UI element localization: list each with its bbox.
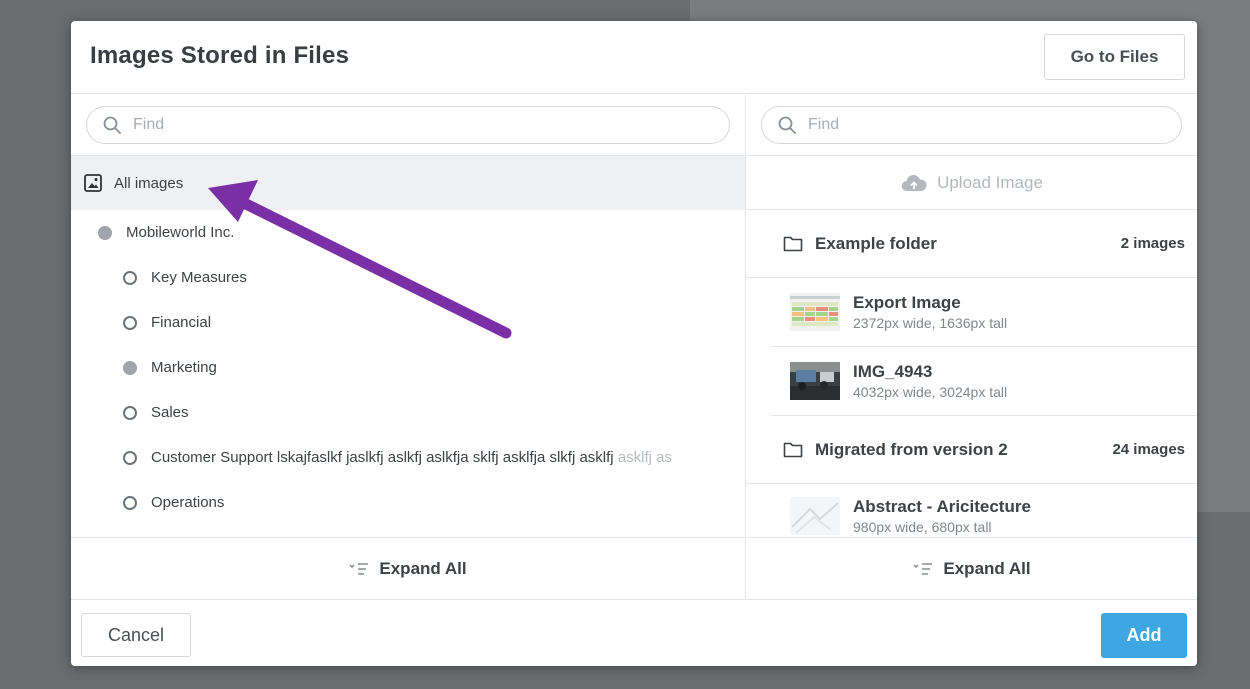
right-pane: Upload Image Example folder 2 images (747, 95, 1197, 599)
image-row-export-image[interactable]: Export Image 2372px wide, 1636px tall (771, 278, 1197, 347)
cloud-upload-icon (901, 174, 927, 191)
image-title: Abstract - Aricitecture (853, 497, 1031, 516)
tree-item-label-overflow: asklfj as (617, 449, 672, 466)
expand-all-label: Expand All (943, 558, 1031, 578)
folder-name: Migrated from version 2 (815, 439, 1008, 459)
expand-all-icon (913, 562, 933, 575)
radio-empty-icon (123, 495, 137, 510)
upload-image-label: Upload Image (937, 172, 1043, 192)
tree-item-sales[interactable]: Sales (71, 390, 745, 435)
tree-item-key-measures[interactable]: Key Measures (71, 255, 745, 300)
tree-item-label: Sales (151, 404, 189, 421)
folder-tree: All images Mobileworld Inc. Key Measures… (71, 156, 745, 537)
left-search-row (71, 95, 745, 156)
tree-item-customer-support[interactable]: Customer Support lskajfaslkf jaslkfj asl… (71, 435, 745, 480)
folder-name: Example folder (815, 233, 937, 253)
tree-item-label-main: Customer Support lskajfaslkf jaslkfj asl… (151, 449, 618, 466)
image-title: Export Image (853, 293, 961, 312)
image-dimensions: 4032px wide, 3024px tall (853, 384, 1008, 400)
image-title: IMG_4943 (853, 362, 933, 381)
right-search-row (747, 95, 1197, 156)
tree-item-mobileworld[interactable]: Mobileworld Inc. (71, 210, 745, 255)
radio-empty-icon (123, 405, 137, 420)
search-icon (778, 116, 796, 134)
folder-icon (783, 236, 803, 252)
tree-item-all-images[interactable]: All images (71, 156, 745, 210)
all-images-label: All images (114, 174, 184, 192)
folder-row-example[interactable]: Example folder 2 images (747, 210, 1197, 278)
expand-all-label: Expand All (379, 558, 467, 578)
image-thumbnail (790, 293, 840, 331)
tree-item-marketing[interactable]: Marketing (71, 345, 745, 390)
radio-filled-icon (98, 225, 112, 240)
folder-image-count: 2 images (1120, 235, 1185, 252)
upload-image-button[interactable]: Upload Image (747, 156, 1197, 210)
tree-item-label: Marketing (151, 359, 217, 376)
radio-empty-icon (123, 270, 137, 285)
right-search-input[interactable] (808, 116, 1131, 134)
tree-item-label: Financial (151, 314, 212, 331)
image-row-abstract[interactable]: Abstract - Aricitecture 980px wide, 680p… (771, 485, 1197, 537)
dialog-footer: Cancel Add (71, 599, 1197, 666)
image-thumbnail (790, 497, 840, 535)
expand-all-icon (349, 562, 369, 575)
radio-empty-icon (123, 315, 137, 330)
image-thumbnail (790, 362, 840, 400)
left-pane: All images Mobileworld Inc. Key Measures… (71, 95, 746, 599)
left-search-box[interactable] (86, 106, 730, 144)
left-expand-all-button[interactable]: Expand All (71, 537, 745, 599)
tree-item-label: Customer Support lskajfaslkf jaslkfj asl… (151, 449, 672, 466)
tree-item-label: Operations (151, 494, 225, 511)
left-search-input[interactable] (133, 116, 634, 134)
image-icon (84, 174, 102, 192)
cancel-button[interactable]: Cancel (81, 613, 191, 657)
image-row-img-4943[interactable]: IMG_4943 4032px wide, 3024px tall (771, 347, 1197, 416)
dialog-header: Images Stored in Files Go to Files (71, 21, 1197, 94)
add-button[interactable]: Add (1101, 613, 1187, 658)
radio-filled-icon (123, 360, 137, 375)
radio-empty-icon (123, 450, 137, 465)
search-icon (103, 116, 121, 134)
folder-row-migrated[interactable]: Migrated from version 2 24 images (747, 416, 1197, 484)
right-search-box[interactable] (761, 106, 1182, 144)
right-expand-all-button[interactable]: Expand All (747, 537, 1197, 599)
dialog-title: Images Stored in Files (90, 42, 350, 69)
tree-item-label: Key Measures (151, 269, 247, 286)
go-to-files-button[interactable]: Go to Files (1044, 34, 1185, 80)
tree-item-operations[interactable]: Operations (71, 480, 745, 525)
folder-icon (783, 442, 803, 458)
image-dimensions: 2372px wide, 1636px tall (853, 315, 1008, 331)
images-dialog: Images Stored in Files Go to Files All i… (71, 21, 1197, 666)
tree-item-label: Mobileworld Inc. (126, 224, 235, 241)
image-dimensions: 980px wide, 680px tall (853, 519, 992, 535)
folder-image-count: 24 images (1112, 441, 1185, 458)
tree-item-financial[interactable]: Financial (71, 300, 745, 345)
